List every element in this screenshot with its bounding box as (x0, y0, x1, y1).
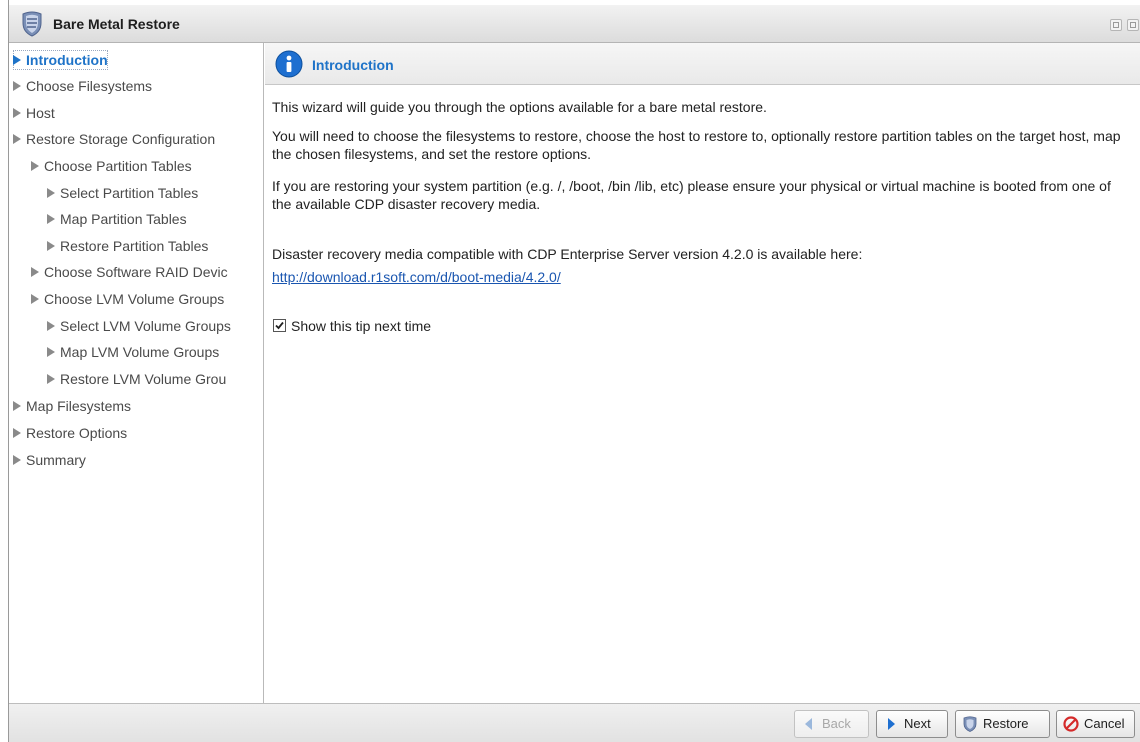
nav-item-label: Choose LVM Volume Groups (44, 291, 225, 307)
nav-item-host[interactable]: Host (13, 103, 55, 123)
intro-paragraph: This wizard will guide you through the o… (272, 99, 767, 115)
nav-item-select-partition-tables[interactable]: Select Partition Tables (47, 183, 198, 203)
show-tip-label: Show this tip next time (291, 318, 432, 334)
nav-item-label: Map LVM Volume Groups (60, 344, 220, 360)
nav-item-map-lvm-volume-groups[interactable]: Map LVM Volume Groups (47, 342, 259, 362)
nav-item-label: Select LVM Volume Groups (60, 318, 231, 334)
nav-item-label: Choose Software RAID Devic (44, 264, 228, 280)
download-link-row: http://download.r1soft.com/d/boot-media/… (272, 268, 1127, 286)
show-tip-row: Show this tip next time (273, 316, 431, 336)
content-panel: Introduction This wizard will guide you … (265, 43, 1140, 703)
nav-item-select-lvm-volume-groups[interactable]: Select LVM Volume Groups (47, 316, 259, 336)
nav-item-choose-partition-tables[interactable]: Choose Partition Tables (31, 156, 192, 176)
page-title: Introduction (312, 57, 394, 73)
download-link[interactable]: http://download.r1soft.com/d/boot-media/… (272, 269, 561, 285)
nav-item-label: Summary (26, 452, 86, 468)
nav-item-label: Restore Storage Configuration (26, 131, 216, 147)
nav-item-restore-lvm-volume-groups[interactable]: Restore LVM Volume Grou (47, 369, 259, 389)
nav-item-label: Introduction (26, 52, 108, 68)
info-icon (275, 50, 303, 78)
nav-item-label: Restore LVM Volume Grou (60, 371, 227, 387)
nav-item-restore-options[interactable]: Restore Options (13, 423, 127, 443)
arrow-right-icon (47, 347, 55, 358)
arrow-right-icon (13, 401, 21, 412)
arrow-right-icon (13, 455, 21, 466)
arrow-right-icon (31, 267, 39, 278)
arrow-right-icon (13, 428, 21, 439)
nav-item-introduction[interactable]: Introduction (13, 50, 108, 70)
arrow-right-icon (13, 108, 21, 119)
arrow-right-icon (13, 134, 21, 145)
nav-item-label: Restore Options (26, 425, 128, 441)
cancel-button[interactable]: Cancel (1056, 710, 1135, 738)
nav-item-label: Host (26, 105, 55, 121)
nav-item-label: Select Partition Tables (60, 185, 199, 201)
nav-item-choose-lvm-volume-groups[interactable]: Choose LVM Volume Groups (31, 289, 259, 309)
nav-item-label: Map Partition Tables (60, 211, 187, 227)
restore-button-label: Restore (983, 716, 1029, 731)
nav-item-choose-filesystems[interactable]: Choose Filesystems (13, 76, 152, 96)
nav-item-label: Restore Partition Tables (60, 238, 209, 254)
arrow-right-icon (47, 214, 55, 225)
back-button[interactable]: Back (794, 710, 869, 738)
media-paragraph: Disaster recovery media compatible with … (272, 246, 863, 262)
next-arrow-icon (888, 718, 895, 730)
window-title: Bare Metal Restore (53, 16, 180, 32)
nav-item-restore-storage-configuration[interactable]: Restore Storage Configuration (13, 129, 215, 149)
maximize-button[interactable] (1110, 19, 1122, 31)
arrow-right-icon (47, 241, 55, 252)
arrow-right-icon (13, 81, 21, 92)
arrow-right-icon (31, 161, 39, 172)
checkmark-icon (275, 321, 284, 330)
system-partition-paragraph: If you are restoring your system partiti… (272, 178, 1111, 212)
nav-item-map-partition-tables[interactable]: Map Partition Tables (47, 209, 187, 229)
arrow-right-icon (31, 294, 39, 305)
nav-item-label: Choose Filesystems (26, 78, 153, 94)
nav-item-label: Map Filesystems (26, 398, 132, 414)
shield-icon (22, 11, 42, 37)
cancel-icon (1063, 716, 1079, 732)
nav-item-summary[interactable]: Summary (13, 450, 86, 470)
filesystems-paragraph: You will need to choose the filesystems … (272, 128, 1121, 162)
content-header: Introduction (265, 43, 1140, 85)
back-arrow-icon (805, 718, 812, 730)
arrow-right-icon (47, 188, 55, 199)
restore-button[interactable]: Restore (955, 710, 1050, 738)
restore-window-button[interactable] (1127, 19, 1139, 31)
shield-icon (963, 716, 977, 732)
button-bar: Back Next Restore Cancel (9, 703, 1140, 742)
show-tip-checkbox[interactable] (273, 318, 286, 332)
cancel-button-label: Cancel (1084, 716, 1125, 731)
back-button-label: Back (822, 716, 851, 731)
title-bar: Bare Metal Restore (9, 5, 1140, 43)
wizard-step-navigation: Introduction Choose Filesystems Host Res… (9, 43, 264, 703)
next-button-label: Next (904, 716, 931, 731)
bare-metal-restore-window: Bare Metal Restore Introduction Choose F… (8, 0, 1140, 742)
arrow-right-icon (47, 321, 55, 332)
nav-item-label: Choose Partition Tables (44, 158, 192, 174)
next-button[interactable]: Next (876, 710, 948, 738)
arrow-right-icon (13, 55, 21, 66)
nav-item-choose-software-raid-devices[interactable]: Choose Software RAID Devic (31, 262, 259, 282)
nav-item-restore-partition-tables[interactable]: Restore Partition Tables (47, 236, 208, 256)
arrow-right-icon (47, 374, 55, 385)
nav-item-map-filesystems[interactable]: Map Filesystems (13, 396, 131, 416)
